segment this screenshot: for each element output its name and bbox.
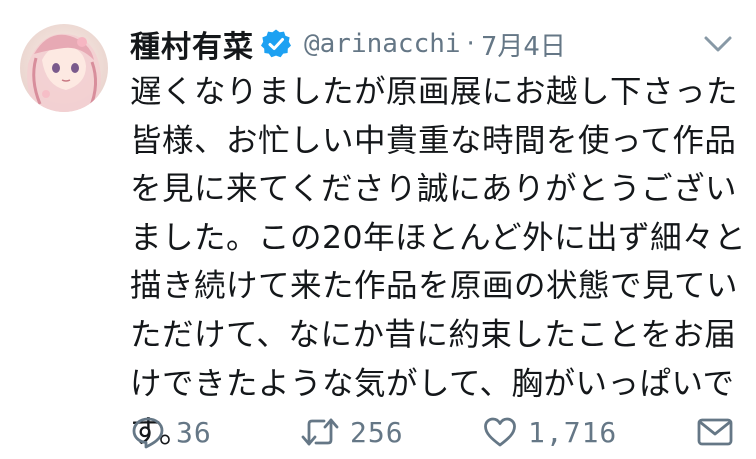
verified-badge-icon — [260, 28, 292, 60]
tweet-actions: 36 256 1,716 — [130, 412, 740, 452]
tweet-text-line: を見に来てくださり誠にありがとうござい — [130, 171, 738, 208]
tweet-text-line: 遅くなりましたが原画展にお越し下さった — [130, 74, 739, 110]
tweet-date[interactable]: 7月4日 — [481, 26, 566, 63]
reply-button[interactable]: 36 — [130, 412, 212, 452]
direct-message-button[interactable] — [696, 412, 734, 452]
artwork-avatar-icon — [20, 24, 108, 112]
like-count: 1,716 — [528, 415, 618, 449]
tweet-card[interactable]: 種村有菜 @arinacchi · 7月4日 遅くなりましたが原画展にお越し下さ… — [0, 0, 756, 459]
tweet-text-line: 描き続けて来た作品を原画の状態で見てい — [130, 268, 739, 305]
tweet-text-line: 皆様、お忙しい中貴重な時間を使って作品 — [130, 122, 737, 159]
retweet-button[interactable]: 256 — [300, 412, 404, 452]
reply-count: 36 — [176, 415, 212, 449]
tweet-text-line: ただけて、なにか昔に約束したことをお届 — [130, 316, 737, 353]
display-name[interactable]: 種村有菜 — [130, 22, 254, 66]
tweet-text-line: けできたような気がして、胸がいっぱいで — [130, 365, 735, 402]
separator-dot: · — [466, 29, 475, 59]
retweet-icon — [300, 414, 340, 450]
tweet-header: 種村有菜 @arinacchi · 7月4日 — [130, 22, 566, 66]
chevron-down-icon[interactable] — [700, 30, 736, 58]
retweet-count: 256 — [350, 415, 404, 449]
reply-icon — [130, 414, 166, 450]
avatar[interactable] — [20, 24, 108, 112]
user-handle[interactable]: @arinacchi — [304, 29, 461, 59]
tweet-text-line: ました。この20年ほとんど外に出ず細々と — [130, 219, 747, 256]
tweet-text: 遅くなりましたが原画展にお越し下さった 皆様、お忙しい中貴重な時間を使って作品 を見… — [130, 68, 747, 457]
heart-icon — [482, 414, 518, 450]
envelope-icon — [696, 415, 734, 449]
like-button[interactable]: 1,716 — [482, 412, 617, 452]
